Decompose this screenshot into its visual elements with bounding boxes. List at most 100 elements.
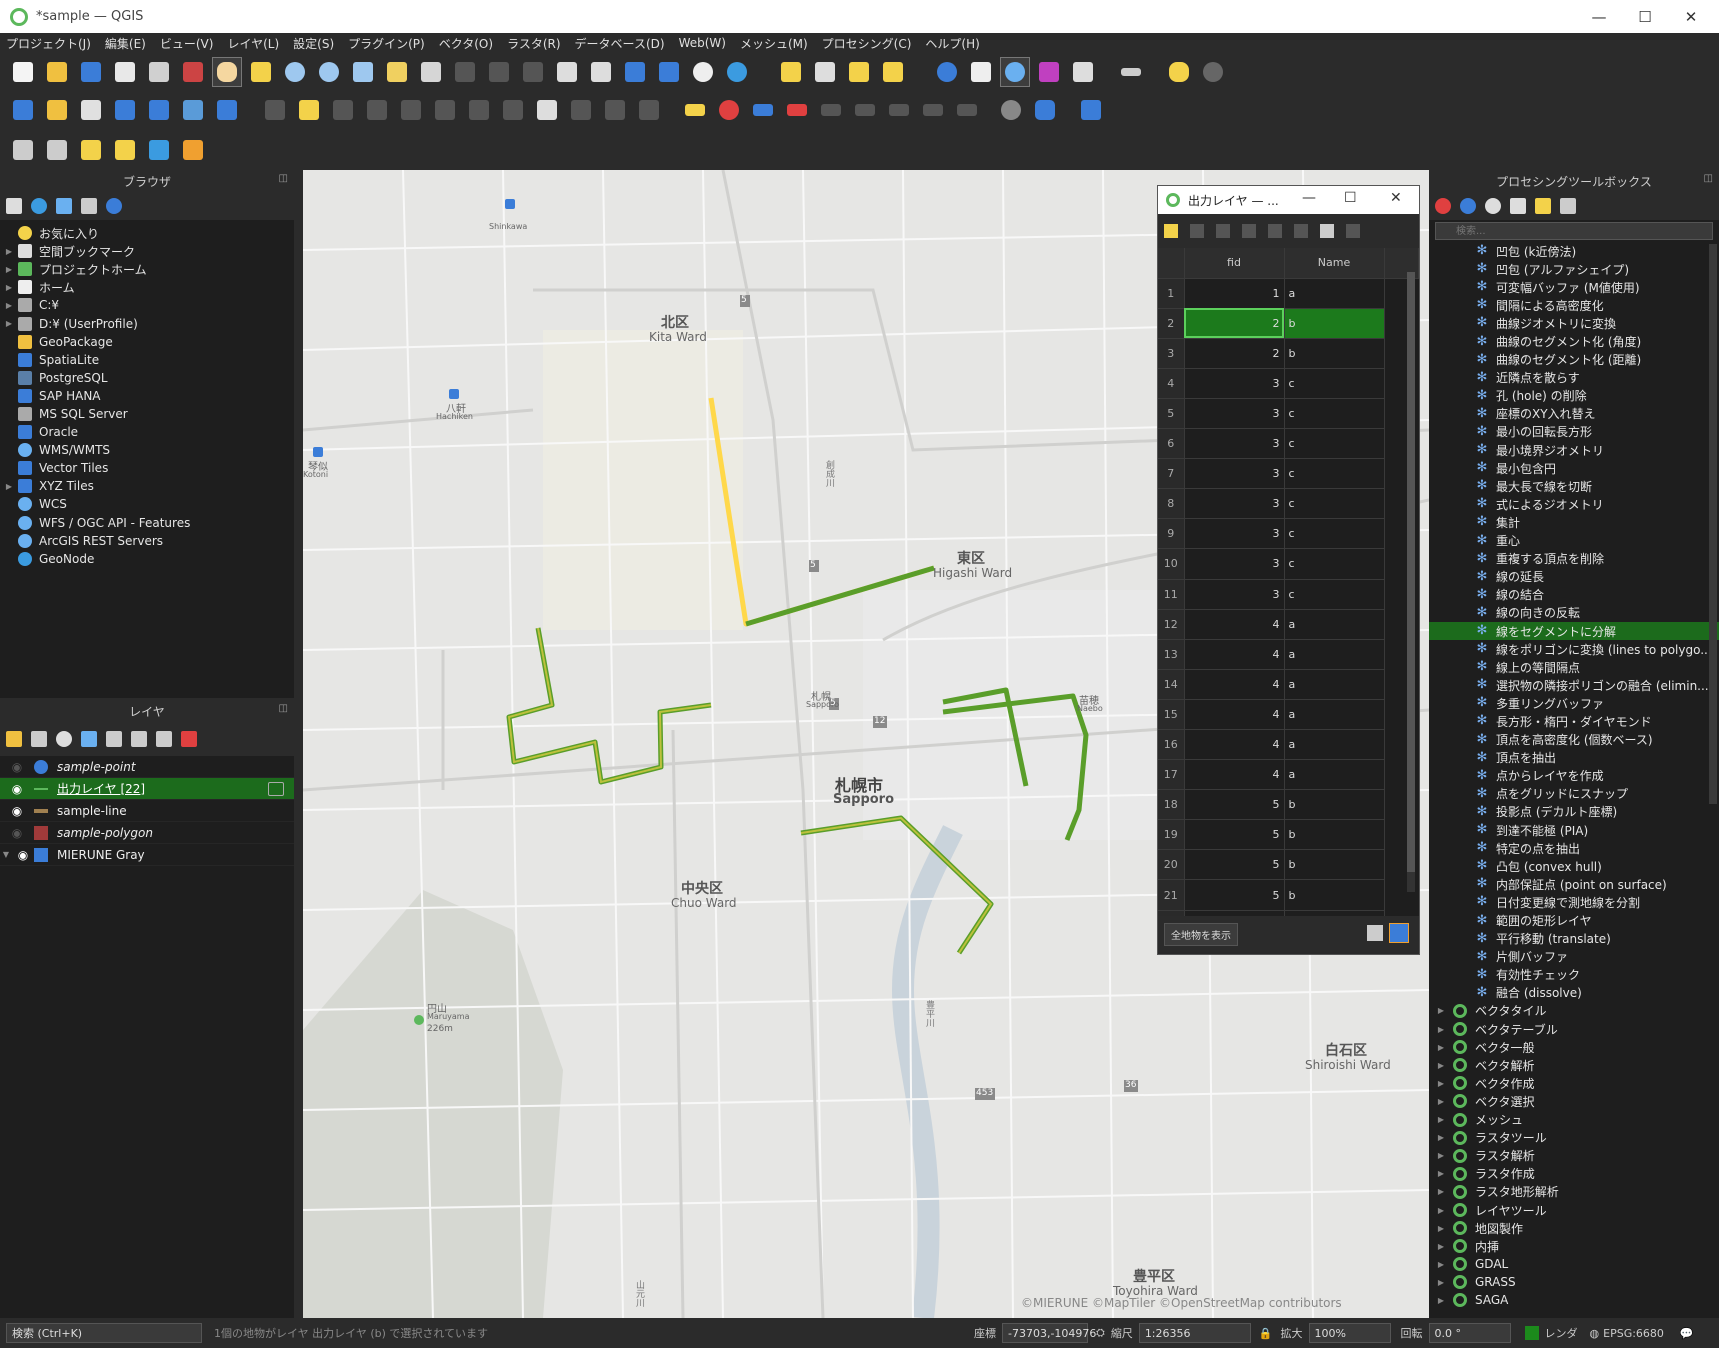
close-button[interactable]: ✕ — [1390, 190, 1402, 206]
processing-search-input[interactable] — [1435, 222, 1713, 240]
processing-algorithm-item[interactable]: ✻ 凸包 (convex hull) — [1429, 857, 1719, 875]
filter-expression-icon[interactable] — [106, 731, 122, 747]
processing-group-item[interactable]: ▶ ラスタツール — [1429, 1129, 1719, 1147]
row-number[interactable]: 12 — [1158, 609, 1185, 640]
upload-icon[interactable] — [144, 135, 174, 165]
toggle-editing-icon[interactable] — [294, 95, 324, 125]
collapse-all-icon[interactable] — [81, 198, 97, 214]
chevron-right-icon[interactable]: ▶ — [1435, 1006, 1447, 1015]
processing-group-item[interactable]: ▶ レイヤツール — [1429, 1201, 1719, 1219]
table-row[interactable]: 11a — [1158, 278, 1419, 309]
new-map-view-icon[interactable] — [552, 57, 582, 87]
close-button[interactable]: ✕ — [1668, 0, 1714, 33]
cell-name[interactable]: c — [1284, 458, 1385, 490]
digitize-icon[interactable] — [110, 95, 140, 125]
processing-algorithm-item[interactable]: ✻ 線の向きの反転 — [1429, 604, 1719, 622]
pin-label-icon[interactable] — [782, 95, 812, 125]
chevron-right-icon[interactable]: ▶ — [1435, 1260, 1447, 1269]
processing-group-item[interactable]: ▶ ベクタタイル — [1429, 1002, 1719, 1020]
paste-features-icon[interactable] — [566, 95, 596, 125]
cell-fid[interactable]: 2 — [1184, 338, 1285, 369]
row-number[interactable]: 19 — [1158, 819, 1185, 851]
vertex-tool-icon[interactable] — [396, 95, 426, 125]
close-panel-icon[interactable]: ◫ — [279, 173, 288, 184]
save-as-icon[interactable] — [110, 57, 140, 87]
browser-item-wms[interactable]: WMS/WMTS — [0, 441, 294, 459]
open-table-icon[interactable] — [1068, 57, 1098, 87]
filter-legend-icon[interactable] — [81, 731, 97, 747]
new-geopackage-icon[interactable] — [42, 95, 72, 125]
processing-group-item[interactable]: ▶ 内挿 — [1429, 1237, 1719, 1255]
plugin-people-icon[interactable] — [996, 95, 1026, 125]
python-console-icon[interactable] — [1030, 95, 1060, 125]
new-bookmark-icon[interactable] — [620, 57, 650, 87]
cell-name[interactable]: a — [1284, 639, 1385, 670]
processing-algorithm-item[interactable]: ✻ 融合 (dissolve) — [1429, 984, 1719, 1002]
menu-edit[interactable]: 編集(E) — [105, 35, 146, 52]
processing-algorithm-item[interactable]: ✻ 最小境界ジオメトリ — [1429, 441, 1719, 459]
deselect-icon[interactable] — [844, 57, 874, 87]
chevron-right-icon[interactable]: ▶ — [1435, 1115, 1447, 1124]
results-viewer-icon[interactable] — [1510, 198, 1526, 214]
cell-name[interactable]: c — [1284, 548, 1385, 580]
table-row[interactable]: 20 5 b — [1158, 849, 1419, 881]
processing-algorithm-item[interactable]: ✻ 特定の点を抽出 — [1429, 839, 1719, 857]
add-raster-icon[interactable] — [178, 95, 208, 125]
table-row[interactable]: 43c — [1158, 368, 1419, 399]
browser-item-project-home[interactable]: ▶ プロジェクトホーム — [0, 260, 294, 278]
row-number[interactable]: 17 — [1158, 759, 1185, 791]
new-project-icon[interactable] — [8, 57, 38, 87]
eye-icon[interactable]: ◉ — [0, 826, 34, 840]
row-number[interactable]: 15 — [1158, 699, 1185, 731]
attribute-table-icon[interactable] — [966, 57, 996, 87]
cell-fid[interactable]: 3 — [1184, 368, 1285, 399]
browser-item-bookmarks[interactable]: ▶ 空間ブックマーク — [0, 242, 294, 260]
processing-algorithm-item[interactable]: ✻ 線の結合 — [1429, 586, 1719, 604]
processing-group-item[interactable]: ▶ GRASS — [1429, 1273, 1719, 1291]
move-label-icon[interactable] — [850, 95, 880, 125]
add-selected-icon[interactable] — [6, 198, 22, 214]
row-number[interactable]: 11 — [1158, 579, 1185, 610]
processing-group-item[interactable]: ▶ ベクタ一般 — [1429, 1038, 1719, 1056]
print-layout-icon[interactable] — [144, 57, 174, 87]
cell-fid[interactable]: 4 — [1184, 669, 1285, 700]
column-header-fid[interactable]: fid — [1184, 248, 1285, 279]
processing-algorithm-item[interactable]: ✻ 曲線のセグメント化 (角度) — [1429, 332, 1719, 350]
diagram-icon[interactable] — [714, 95, 744, 125]
copy-icon[interactable] — [1320, 224, 1334, 238]
data-source-manager-icon[interactable] — [8, 95, 38, 125]
cell-name[interactable]: a — [1284, 278, 1385, 309]
cell-fid[interactable]: 3 — [1184, 458, 1285, 490]
close-panel-icon[interactable]: ◫ — [1704, 173, 1713, 184]
identify-icon[interactable] — [932, 57, 962, 87]
processing-algorithm-item[interactable]: ✻ 重複する頂点を削除 — [1429, 550, 1719, 568]
modify-attributes-icon[interactable] — [430, 95, 460, 125]
processing-algorithm-item[interactable]: ✻ 曲線ジオメトリに変換 — [1429, 314, 1719, 332]
cell-fid[interactable]: 4 — [1184, 729, 1285, 761]
processing-algorithm-item[interactable]: ✻ 到達不能極 (PIA) — [1429, 821, 1719, 839]
minimize-button[interactable]: — — [1302, 190, 1316, 206]
processing-group-item[interactable]: ▶ ベクタ選択 — [1429, 1092, 1719, 1110]
add-feature-icon[interactable] — [362, 95, 392, 125]
paste-icon[interactable] — [1346, 224, 1360, 238]
new-virtual-layer-icon[interactable] — [144, 95, 174, 125]
cell-name[interactable]: a — [1284, 669, 1385, 700]
processing-algorithm-item[interactable]: ✻ 間隔による高密度化 — [1429, 296, 1719, 314]
chevron-right-icon[interactable]: ▶ — [1435, 1187, 1447, 1196]
browser-item-wfs[interactable]: WFS / OGC API - Features — [0, 514, 294, 532]
table-row[interactable]: 22b — [1158, 308, 1419, 339]
chevron-right-icon[interactable]: ▶ — [1435, 1025, 1447, 1034]
menu-plugins[interactable]: プラグイン(P) — [348, 35, 425, 52]
scale-select[interactable]: 1:26356 — [1138, 1323, 1251, 1343]
table-row[interactable]: 63c — [1158, 428, 1419, 460]
browser-item-favorites[interactable]: お気に入り — [0, 224, 294, 242]
row-number[interactable]: 8 — [1158, 488, 1185, 520]
highlight-label-icon[interactable] — [748, 95, 778, 125]
geonode-point-icon[interactable] — [110, 135, 140, 165]
processing-algorithm-item[interactable]: ✻ 孔 (hole) の削除 — [1429, 387, 1719, 405]
zoom-native-icon[interactable] — [450, 57, 480, 87]
processing-algorithm-item[interactable]: ✻ 凹包 (アルファシェイプ) — [1429, 260, 1719, 278]
processing-group-item[interactable]: ▶ ラスタ作成 — [1429, 1165, 1719, 1183]
chevron-right-icon[interactable]: ▶ — [1435, 1224, 1447, 1233]
table-row[interactable]: 19 5 b — [1158, 819, 1419, 851]
